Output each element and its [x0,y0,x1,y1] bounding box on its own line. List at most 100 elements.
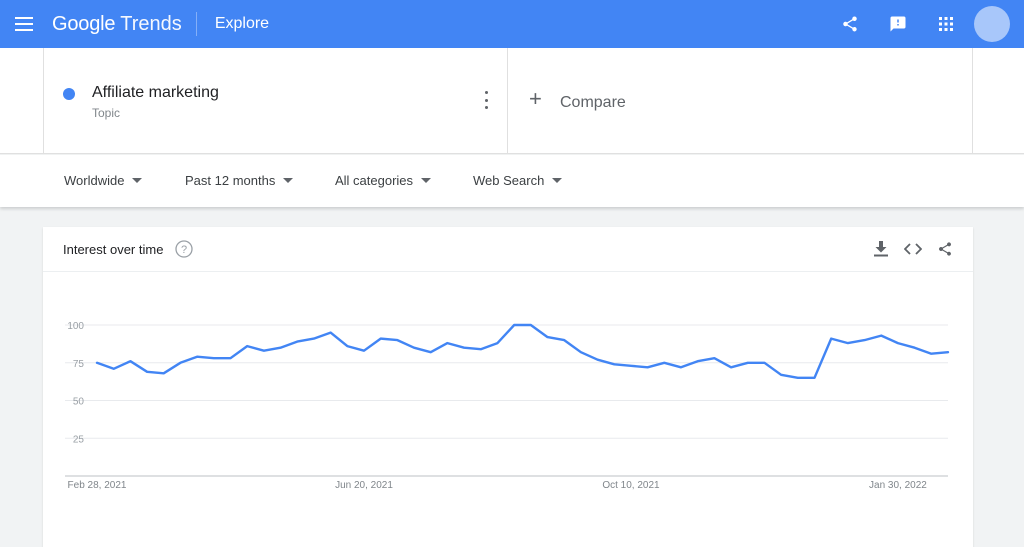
more-vert-icon-dot [484,91,488,94]
data-point [696,359,700,363]
data-point [546,335,550,339]
y-tick-label: 100 [67,321,84,332]
data-point [395,338,399,342]
search-property-filter[interactable]: Web Search [473,173,563,188]
embed-code-icon [904,243,922,255]
y-tick-label: 75 [73,359,85,370]
compare-label: Compare [560,94,626,111]
data-point [662,361,666,365]
data-point [345,344,349,348]
download-icon [874,241,888,257]
data-point [529,323,533,327]
data-point [863,338,867,342]
data-point [512,323,516,327]
data-point [946,350,950,354]
data-point [412,346,416,350]
term-card[interactable]: Affiliate marketing Topic [43,48,508,154]
share-button[interactable] [826,0,874,48]
data-point [813,376,817,380]
compare-button[interactable]: + Compare [508,48,973,154]
help-icon[interactable]: ? [175,240,193,258]
main-menu-button[interactable] [0,0,48,48]
plus-icon: + [529,86,542,111]
embed-button[interactable] [897,237,929,261]
category-filter[interactable]: All categories [335,173,432,188]
card-header: Interest over time ? [43,227,973,272]
download-csv-button[interactable] [865,237,897,261]
data-point [779,373,783,377]
data-point [679,365,683,369]
data-point [128,359,132,363]
header-actions [826,0,1024,48]
x-tick-label: Jan 30, 2022 [869,480,927,491]
filters-bar: Worldwide Past 12 months All categories … [0,155,1024,207]
data-point [362,349,366,353]
dropdown-arrow-icon [132,178,143,183]
top-app-bar: Google Trends Explore [0,0,1024,48]
data-point [612,362,616,366]
page-title: Explore [214,15,270,32]
card-tools [865,237,961,261]
data-point [712,356,716,360]
search-property-label: Web Search [473,173,545,188]
google-trends-logo[interactable]: Google Trends [52,13,182,36]
apps-grid-icon [939,17,953,31]
region-filter-label: Worldwide [64,173,125,188]
feedback-icon [890,16,906,32]
term-more-options-button[interactable] [478,90,494,110]
header-divider [195,12,197,36]
account-avatar[interactable] [974,6,1010,42]
menu-icon [15,17,33,31]
share-icon [843,16,857,32]
data-point [95,361,99,365]
data-point [479,347,483,351]
data-point [896,341,900,345]
data-point [295,340,299,344]
region-filter[interactable]: Worldwide [64,173,143,188]
card-title: Interest over time [63,242,164,257]
data-point [245,344,249,348]
logo-google-text: Google [52,12,116,35]
data-point [796,376,800,380]
search-terms-bar: Affiliate marketing Topic + Compare [0,48,1024,154]
data-point [112,367,116,371]
apps-button[interactable] [922,0,970,48]
interest-over-time-card: Interest over time ? 25 50 75 100 Feb 28… [43,227,973,547]
y-tick-label: 50 [73,397,85,408]
data-point [312,337,316,341]
data-point [212,356,216,360]
data-point [195,355,199,359]
data-point [629,364,633,368]
data-point [879,334,883,338]
data-point [596,358,600,362]
time-filter-label: Past 12 months [185,173,276,188]
series-line [95,323,950,379]
data-point [646,365,650,369]
data-point [762,361,766,365]
data-point [445,341,449,345]
data-point [746,361,750,365]
data-point [846,341,850,345]
data-point [329,331,333,335]
category-filter-label: All categories [335,173,414,188]
dropdown-arrow-icon [283,178,294,183]
data-point [729,365,733,369]
interest-line-chart[interactable]: 25 50 75 100 Feb 28, 2021 Jun 20, 2021 Oct 10,… [43,273,973,547]
card-share-button[interactable] [929,237,961,261]
data-point [145,370,149,374]
data-point [262,349,266,353]
data-point [829,337,833,341]
x-tick-label: Jun 20, 2021 [335,480,393,491]
term-name: Affiliate marketing [92,84,219,101]
share-icon [939,242,951,256]
time-filter[interactable]: Past 12 months [185,173,294,188]
data-point [462,346,466,350]
x-tick-label: Feb 28, 2021 [68,480,127,491]
dropdown-arrow-icon [552,178,563,183]
data-point [279,346,283,350]
feedback-button[interactable] [874,0,922,48]
data-point [429,350,433,354]
svg-text:?: ? [181,244,187,256]
data-point [913,346,917,350]
data-point [579,350,583,354]
